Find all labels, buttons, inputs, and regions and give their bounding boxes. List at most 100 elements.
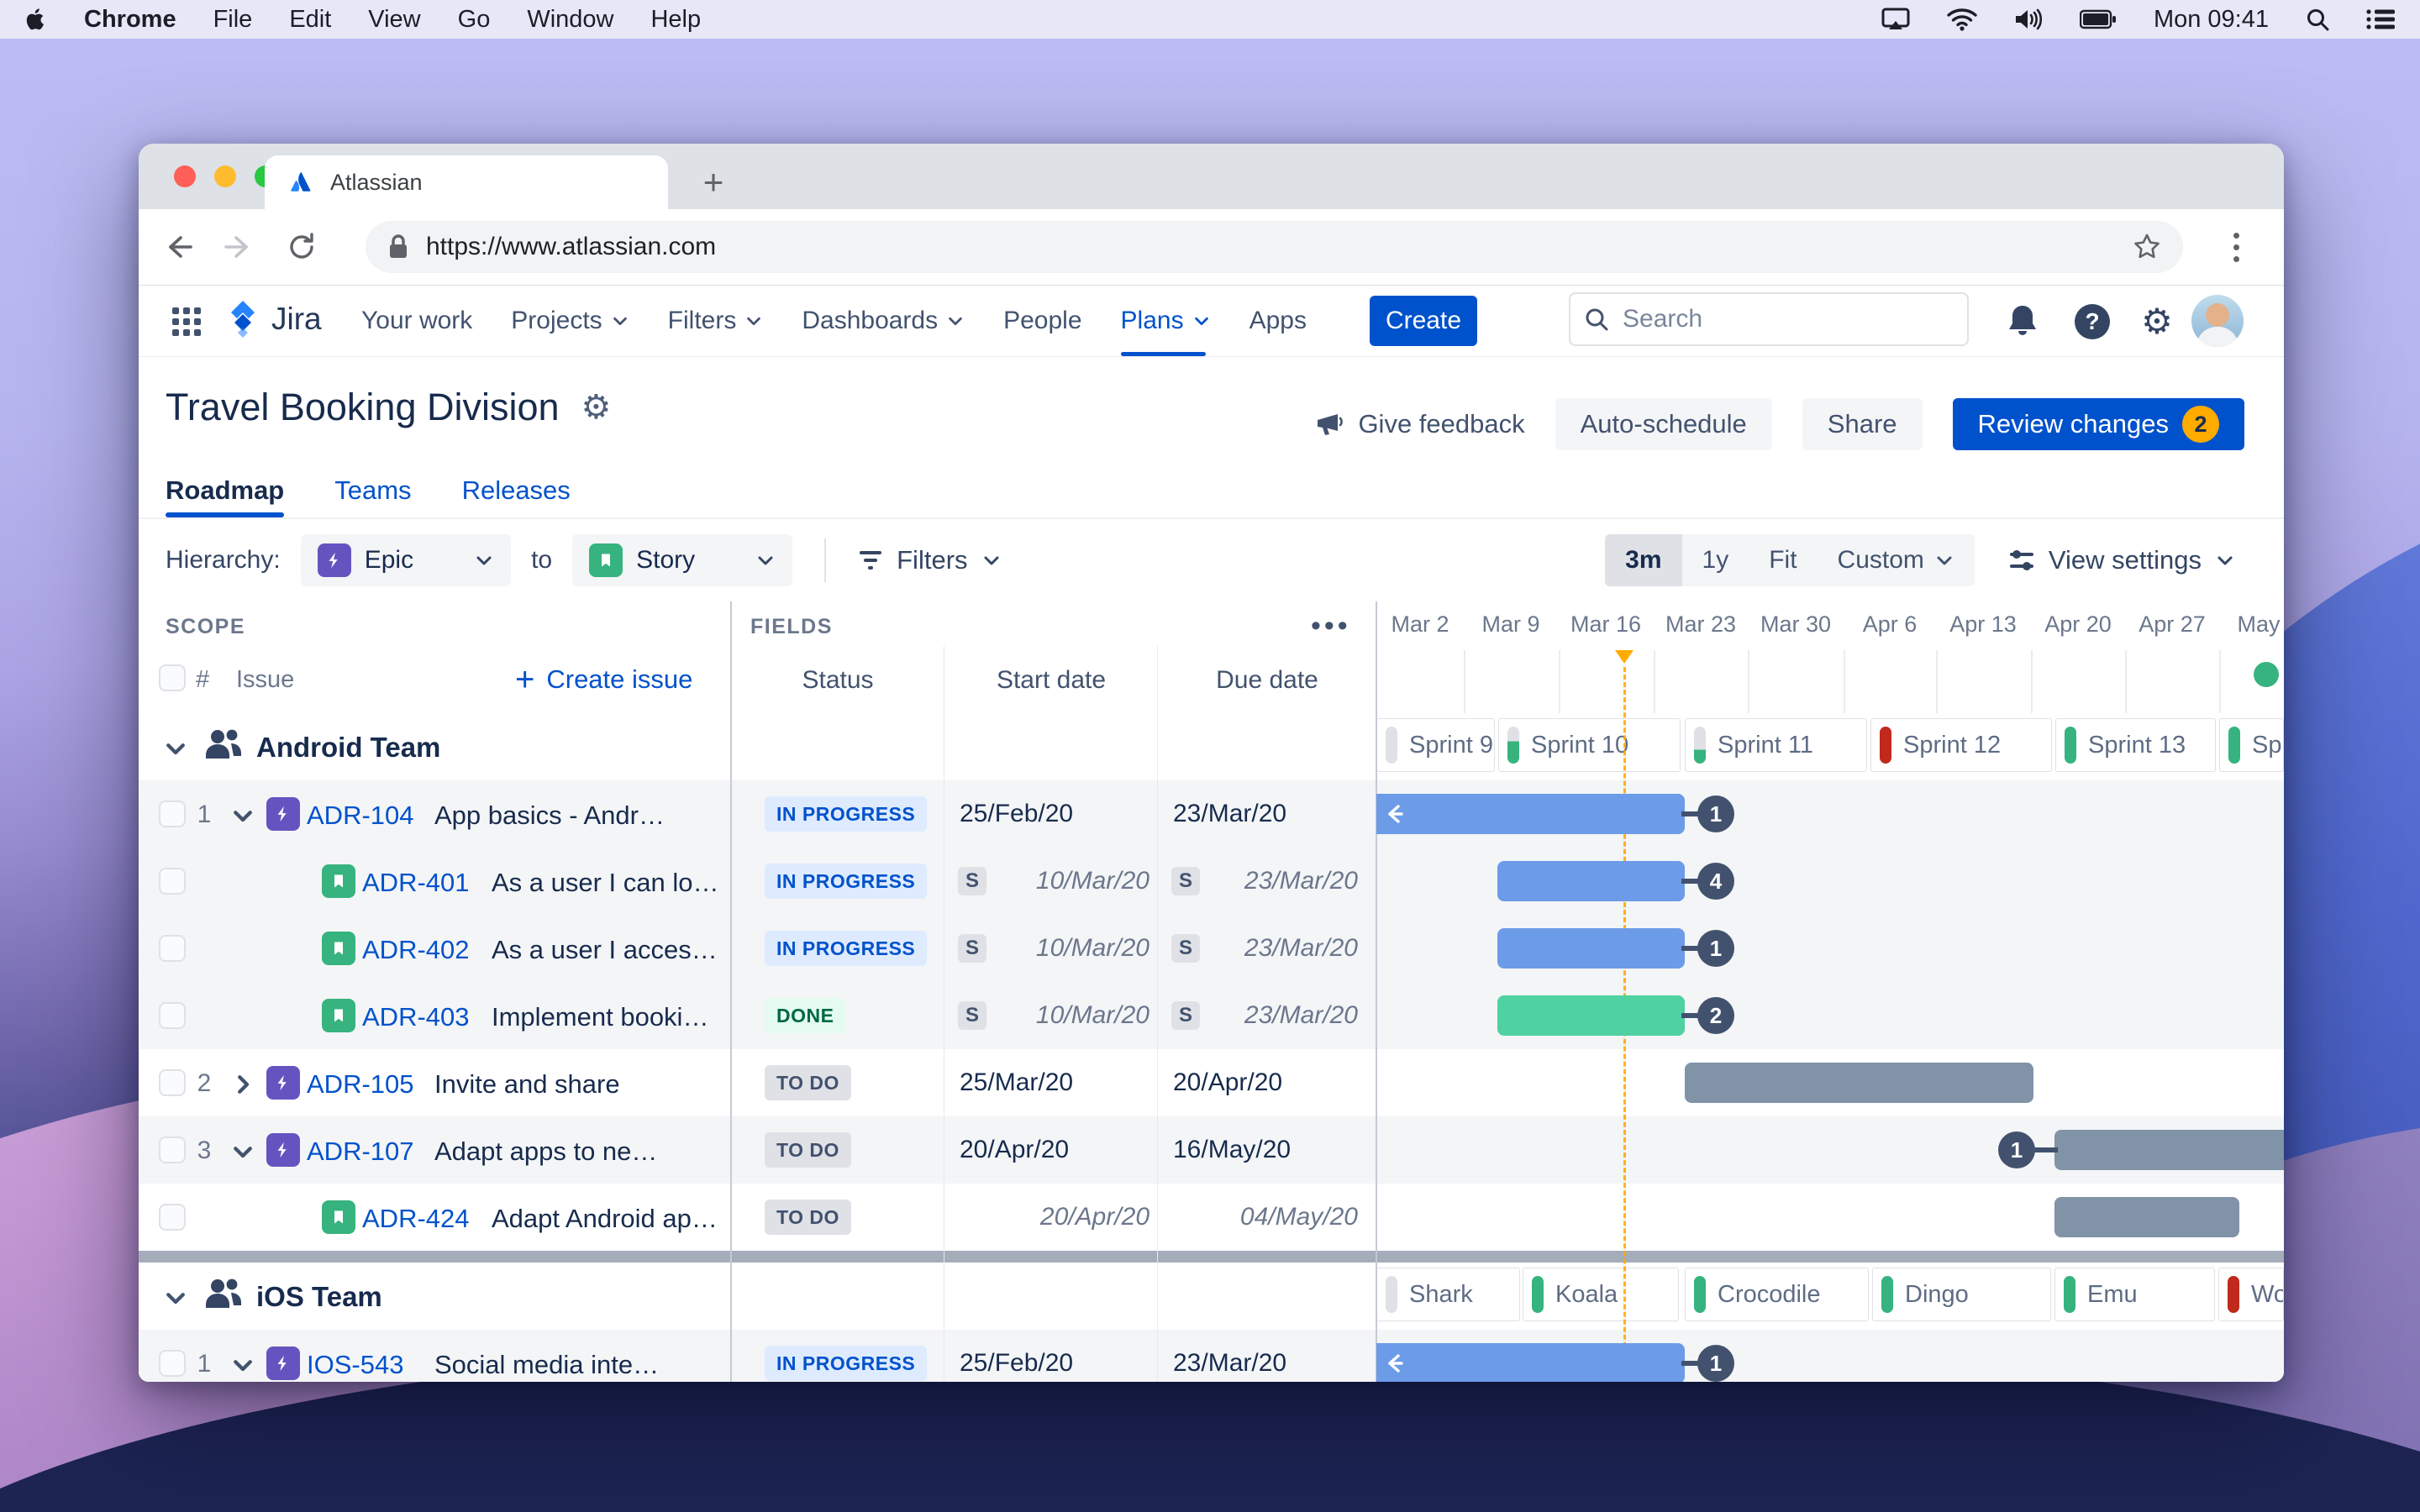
status-cell[interactable]: TO DO <box>731 1116 944 1184</box>
due-date-cell[interactable]: 04/May/20 <box>1158 1184 1376 1251</box>
start-date-cell[interactable]: 25/Mar/20 <box>944 1049 1158 1116</box>
status-cell[interactable]: DONE <box>731 982 944 1049</box>
browser-menu-icon[interactable] <box>2217 228 2255 266</box>
due-date-cell[interactable]: S 23/Mar/20 <box>1158 982 1376 1049</box>
issue-count-badge[interactable]: 1 <box>1697 795 1734 832</box>
gantt-bar[interactable] <box>2054 1130 2284 1170</box>
gantt-bar[interactable] <box>2054 1197 2239 1237</box>
zoom-option-3m[interactable]: 3m <box>1605 534 1682 586</box>
nav-item-projects[interactable]: Projects <box>511 286 629 356</box>
status-cell[interactable]: IN PROGRESS <box>731 915 944 982</box>
settings-gear-icon[interactable]: ⚙ <box>2138 302 2176 341</box>
create-issue-button[interactable]: + Create issue <box>515 663 692 696</box>
row-checkbox[interactable] <box>159 868 186 895</box>
issue-count-badge[interactable]: 4 <box>1697 863 1734 900</box>
view-settings-button[interactable]: View settings <box>2008 545 2235 575</box>
collapse-team-icon[interactable] <box>159 1281 192 1315</box>
control-center-icon[interactable] <box>2366 8 2395 30</box>
row-checkbox[interactable] <box>159 1350 186 1377</box>
menubar-item-edit[interactable]: Edit <box>289 6 331 34</box>
status-cell[interactable]: TO DO <box>731 1184 944 1251</box>
row-checkbox[interactable] <box>159 1069 186 1096</box>
status-lozenge[interactable]: IN PROGRESS <box>765 864 928 899</box>
battery-icon[interactable] <box>2079 9 2117 29</box>
menubar-item-help[interactable]: Help <box>650 6 701 34</box>
url-text[interactable]: https://www.atlassian.com <box>426 233 2116 261</box>
status-cell[interactable]: IN PROGRESS <box>731 1330 944 1382</box>
url-bar[interactable]: https://www.atlassian.com <box>366 221 2183 273</box>
issue-key-link[interactable]: IOS-543 <box>307 1350 403 1380</box>
issue-key-link[interactable]: ADR-402 <box>362 935 470 965</box>
status-lozenge[interactable]: TO DO <box>765 1065 851 1100</box>
tab-releases[interactable]: Releases <box>462 472 571 517</box>
expand-toggle-icon[interactable] <box>226 1348 260 1382</box>
notifications-bell-icon[interactable] <box>2003 302 2042 341</box>
status-lozenge[interactable]: DONE <box>765 998 846 1033</box>
reload-icon[interactable] <box>278 223 325 270</box>
menubar-item-window[interactable]: Window <box>527 6 613 34</box>
hierarchy-to-select[interactable]: Story <box>572 534 793 586</box>
gantt-bar[interactable] <box>1497 928 1685 969</box>
row-checkbox[interactable] <box>159 1204 186 1231</box>
fields-more-icon[interactable]: ••• <box>1311 610 1351 643</box>
status-cell[interactable]: IN PROGRESS <box>731 780 944 848</box>
zoom-option-1y[interactable]: 1y <box>1681 534 1749 586</box>
due-date-cell[interactable]: 23/Mar/20 <box>1158 780 1376 848</box>
browser-tab[interactable]: Atlassian <box>265 155 668 209</box>
issue-key-link[interactable]: ADR-403 <box>362 1002 470 1032</box>
plan-settings-gear-icon[interactable]: ⚙ <box>581 388 612 427</box>
issue-key-link[interactable]: ADR-107 <box>307 1137 414 1167</box>
issue-key-link[interactable]: ADR-424 <box>362 1204 470 1234</box>
issue-key-link[interactable]: ADR-105 <box>307 1069 414 1100</box>
release-marker[interactable] <box>2254 662 2279 687</box>
gantt-bar[interactable] <box>1376 1343 1685 1382</box>
auto-schedule-button[interactable]: Auto-schedule <box>1555 398 1772 450</box>
share-button[interactable]: Share <box>1802 398 1923 450</box>
due-date-cell[interactable]: 23/Mar/20 <box>1158 1330 1376 1382</box>
create-button[interactable]: Create <box>1370 296 1477 346</box>
due-date-cell[interactable]: S 23/Mar/20 <box>1158 915 1376 982</box>
start-date-cell[interactable]: 25/Feb/20 <box>944 780 1158 848</box>
menubar-item-view[interactable]: View <box>368 6 420 34</box>
gantt-bar[interactable] <box>1497 861 1685 901</box>
volume-icon[interactable] <box>2014 8 2043 31</box>
menubar-item-file[interactable]: File <box>213 6 253 34</box>
zoom-option-fit[interactable]: Fit <box>1749 534 1818 586</box>
start-date-cell[interactable]: S 10/Mar/20 <box>944 982 1158 1049</box>
status-lozenge[interactable]: TO DO <box>765 1200 851 1235</box>
status-column-header[interactable]: Status <box>731 666 944 695</box>
airplay-icon[interactable] <box>1881 7 1910 32</box>
back-icon[interactable] <box>154 223 201 270</box>
minimize-window-button[interactable] <box>214 165 236 187</box>
start-date-cell[interactable]: S 10/Mar/20 <box>944 915 1158 982</box>
nav-item-apps[interactable]: Apps <box>1249 286 1307 356</box>
row-checkbox[interactable] <box>159 1002 186 1029</box>
search-input[interactable] <box>1621 304 1954 334</box>
nav-item-your-work[interactable]: Your work <box>361 286 472 356</box>
gantt-bar[interactable] <box>1497 995 1685 1036</box>
apple-icon[interactable] <box>25 7 47 32</box>
expand-toggle-icon[interactable] <box>226 799 260 832</box>
user-avatar[interactable] <box>2191 295 2244 347</box>
start-date-cell[interactable]: S 10/Mar/20 <box>944 848 1158 915</box>
due-date-column-header[interactable]: Due date <box>1158 666 1376 695</box>
status-cell[interactable]: IN PROGRESS <box>731 848 944 915</box>
issue-count-badge[interactable]: 1 <box>1998 1131 2035 1168</box>
nav-item-plans[interactable]: Plans <box>1120 286 1211 356</box>
hierarchy-from-select[interactable]: Epic <box>300 534 512 586</box>
wifi-icon[interactable] <box>1947 8 1977 31</box>
tab-roadmap[interactable]: Roadmap <box>166 472 285 517</box>
issue-count-badge[interactable]: 2 <box>1697 997 1734 1034</box>
due-date-cell[interactable]: 16/May/20 <box>1158 1116 1376 1184</box>
collapse-team-icon[interactable] <box>159 732 192 765</box>
zoom-option-custom[interactable]: Custom <box>1817 534 1975 586</box>
select-all-checkbox[interactable] <box>159 664 186 691</box>
app-switcher-icon[interactable] <box>172 307 201 336</box>
new-tab-button[interactable]: + <box>693 162 734 202</box>
gantt-bar[interactable] <box>1376 794 1685 834</box>
expand-toggle-icon[interactable] <box>226 1135 260 1168</box>
issue-count-badge[interactable]: 1 <box>1697 930 1734 967</box>
review-changes-button[interactable]: Review changes 2 <box>1952 398 2244 450</box>
status-lozenge[interactable]: TO DO <box>765 1132 851 1168</box>
give-feedback-button[interactable]: Give feedback <box>1314 409 1525 439</box>
